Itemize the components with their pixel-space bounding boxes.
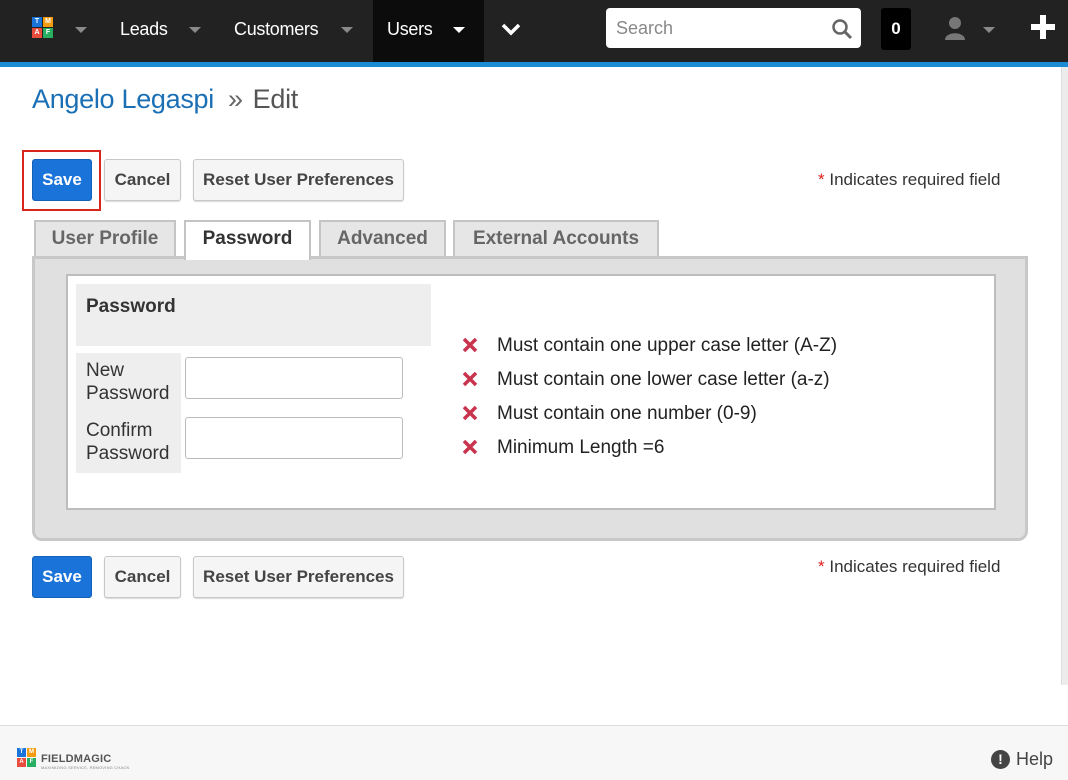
confirm-password-label-line1: Confirm: [86, 420, 153, 441]
app-logo[interactable]: T M A F: [32, 17, 58, 43]
confirm-password-field[interactable]: [185, 417, 403, 459]
footer-logo[interactable]: T M A F: [17, 748, 39, 770]
logo-tile-t: T: [32, 17, 42, 27]
top-navigation-bar: T M A F Leads Customers Users 0: [0, 0, 1068, 62]
nav-item-leads[interactable]: Leads: [120, 0, 168, 62]
user-menu-chevron-down-icon[interactable]: [983, 27, 995, 33]
more-menu-chevron-down-icon[interactable]: [501, 21, 521, 37]
notification-badge[interactable]: 0: [881, 8, 911, 50]
required-note-text: Indicates required field: [829, 557, 1001, 576]
password-rule-text: Must contain one number (0-9): [497, 403, 757, 424]
footer-logo-tile-f: F: [27, 758, 36, 767]
breadcrumb-action: Edit: [252, 84, 299, 114]
breadcrumb-separator: »: [227, 84, 243, 114]
app-menu-chevron-down-icon[interactable]: [75, 27, 87, 33]
search-icon[interactable]: [831, 18, 853, 40]
footer: T M A F FIELDMAGIC MAXIMIZING SERVICE, R…: [0, 725, 1068, 780]
plus-icon[interactable]: [1031, 15, 1055, 39]
search-box: [606, 8, 861, 48]
footer-logo-tile-a: A: [17, 758, 26, 767]
search-input[interactable]: [606, 8, 821, 48]
accent-stripe: [0, 62, 1068, 67]
cancel-button-bottom[interactable]: Cancel: [104, 556, 181, 598]
confirm-password-label: Confirm Password: [76, 413, 181, 473]
x-icon: [462, 371, 478, 387]
confirm-password-label-line2: Password: [86, 443, 170, 464]
x-icon: [462, 405, 478, 421]
vertical-scrollbar[interactable]: [1061, 67, 1068, 685]
cancel-button-top[interactable]: Cancel: [104, 159, 181, 201]
save-button-bottom[interactable]: Save: [32, 556, 92, 598]
footer-logo-tile-t: T: [17, 748, 26, 757]
breadcrumb-record-link[interactable]: Angelo Legaspi: [32, 84, 214, 114]
x-icon: [462, 337, 478, 353]
leads-chevron-down-icon[interactable]: [189, 27, 201, 33]
tab-external-accounts[interactable]: External Accounts: [453, 220, 659, 258]
password-section-title: Password: [76, 284, 431, 346]
required-star: *: [818, 557, 825, 576]
footer-logo-tile-m: M: [27, 748, 36, 757]
new-password-label-line1: New: [86, 360, 125, 381]
password-rule-text: Must contain one lower case letter (a-z): [497, 369, 830, 390]
users-chevron-down-icon[interactable]: [453, 27, 465, 33]
footer-brand-name: FIELDMAGIC: [41, 753, 112, 765]
password-rule-text: Minimum Length =6: [497, 437, 665, 458]
required-note-text: Indicates required field: [829, 170, 1001, 189]
password-form-panel: Password New Password Confirm Password M…: [66, 274, 996, 510]
required-field-note-top: * Indicates required field: [818, 170, 1000, 190]
logo-tile-f: F: [43, 28, 53, 38]
logo-tile-m: M: [43, 17, 53, 27]
new-password-label-line2: Password: [86, 383, 170, 404]
customers-chevron-down-icon[interactable]: [341, 27, 353, 33]
required-field-note-bottom: * Indicates required field: [818, 557, 1000, 577]
logo-tile-a: A: [32, 28, 42, 38]
page-title: Angelo Legaspi » Edit: [32, 84, 298, 115]
user-icon[interactable]: [944, 16, 966, 40]
new-password-label: New Password: [76, 353, 181, 413]
new-password-field[interactable]: [185, 357, 403, 399]
tab-password[interactable]: Password: [184, 220, 311, 260]
save-button-top[interactable]: Save: [32, 159, 92, 201]
tab-user-profile[interactable]: User Profile: [34, 220, 176, 258]
footer-brand-tagline: MAXIMIZING SERVICE, REMOVING CHAOS: [41, 765, 130, 770]
x-icon: [462, 439, 478, 455]
password-rule-text: Must contain one upper case letter (A-Z): [497, 335, 838, 356]
help-label[interactable]: Help: [1016, 749, 1053, 770]
required-star: *: [818, 170, 825, 189]
nav-item-customers[interactable]: Customers: [234, 0, 319, 62]
help-icon[interactable]: !: [991, 750, 1010, 769]
reset-user-preferences-button-top[interactable]: Reset User Preferences: [193, 159, 404, 201]
tab-panel-password: Password New Password Confirm Password M…: [32, 256, 1028, 541]
nav-item-users[interactable]: Users: [387, 0, 433, 62]
tab-advanced[interactable]: Advanced: [319, 220, 446, 258]
reset-user-preferences-button-bottom[interactable]: Reset User Preferences: [193, 556, 404, 598]
